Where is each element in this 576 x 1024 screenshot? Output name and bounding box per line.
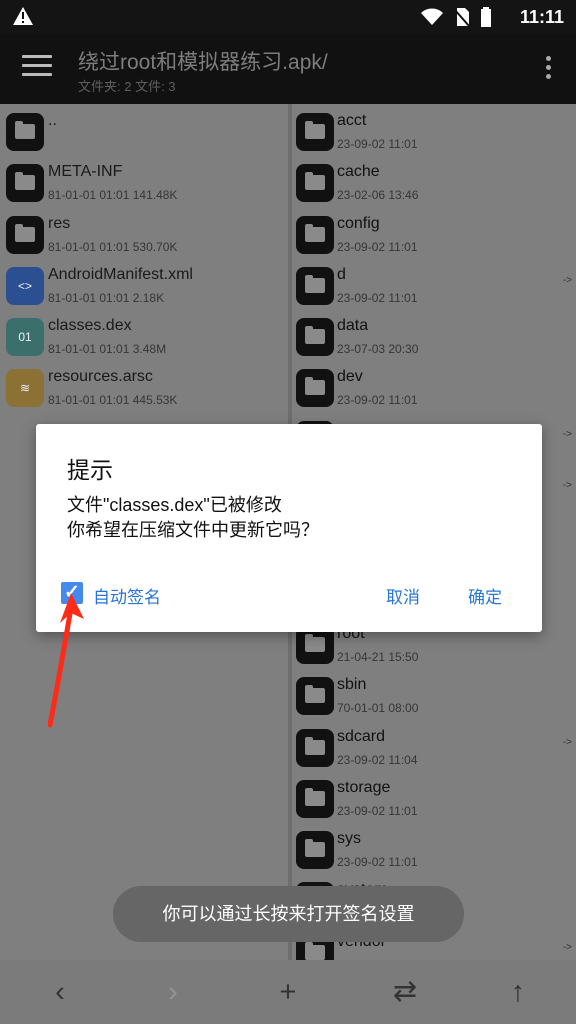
file-name: d: [337, 265, 346, 283]
back-icon[interactable]: ‹: [43, 975, 77, 1009]
status-time: 11:11: [519, 7, 564, 27]
file-meta: 23-07-03 20:30: [337, 342, 419, 357]
folder-icon: [296, 318, 334, 357]
add-icon[interactable]: +: [271, 975, 305, 1009]
file-meta: 23-09-02 11:01: [337, 239, 418, 254]
toolbar: 绕过root和模拟器练习.apk/ 文件夹: 2 文件: 3: [0, 34, 576, 104]
dialog-message: 文件"classes.dex"已被修改 你希望在压缩文件中更新它吗？: [67, 495, 319, 540]
folder-icon: [296, 677, 334, 716]
file-name: sys: [337, 830, 361, 848]
warning-icon: [13, 7, 33, 25]
file-name: sbin: [337, 676, 367, 694]
file-meta: 81-01-01 01:01 530.70K: [48, 239, 178, 254]
toolbar-title: 绕过root和模拟器练习.apk/: [78, 51, 328, 74]
up-icon[interactable]: ↑: [501, 975, 535, 1009]
file-meta: 23-09-02 11:01: [337, 393, 418, 408]
link-arrow: ->: [562, 428, 572, 440]
file-meta: 23-02-06 13:46: [337, 188, 419, 203]
toolbar-subtitle: 文件夹: 2 文件: 3: [78, 79, 176, 94]
list-item[interactable]: ≋ resources.arsc 81-01-01 01:01 445.53K: [0, 360, 288, 411]
folder-icon: [296, 113, 334, 151]
status-icons: [420, 7, 492, 27]
file-name: data: [337, 317, 369, 335]
xml-file-icon: <>: [6, 266, 44, 305]
file-name: classes.dex: [48, 317, 132, 335]
file-name: META-INF: [48, 163, 123, 181]
arsc-file-icon: ≋: [6, 369, 44, 408]
folder-icon: [6, 113, 44, 151]
cancel-button[interactable]: 取消: [386, 583, 420, 608]
folder-icon: [6, 164, 44, 203]
update-archive-dialog: 提示 文件"classes.dex"已被修改 你希望在压缩文件中更新它吗？ ✓ …: [36, 424, 542, 632]
folder-icon: [296, 164, 334, 203]
list-item[interactable]: ..: [0, 104, 288, 155]
toast-message: 你可以通过长按来打开签名设置: [113, 886, 464, 942]
status-bar: 11:11: [0, 0, 576, 34]
folder-icon: [296, 369, 334, 408]
folder-icon: [6, 215, 44, 254]
file-meta: 23-09-02 11:01: [337, 855, 418, 870]
file-meta: 81-01-01 01:01 3.48M: [48, 342, 167, 357]
file-name: cache: [337, 163, 380, 181]
list-item[interactable]: d 23-09-02 11:01 ->: [292, 258, 576, 309]
menu-icon[interactable]: [22, 55, 52, 81]
file-meta: 81-01-01 01:01 141.48K: [48, 188, 178, 203]
link-arrow: ->: [562, 480, 572, 492]
link-arrow: ->: [562, 274, 572, 286]
link-arrow: ->: [562, 736, 572, 748]
file-meta: 81-01-01 01:01 445.53K: [48, 393, 178, 408]
file-meta: 23-09-02 11:01: [337, 137, 418, 151]
auto-sign-label[interactable]: 自动签名: [93, 583, 161, 608]
list-item[interactable]: config 23-09-02 11:01: [292, 207, 576, 258]
no-sim-icon: [454, 8, 470, 27]
list-item[interactable]: sys 23-09-02 11:01: [292, 822, 576, 873]
file-meta: 23-09-02 11:04: [337, 752, 418, 767]
folder-icon: [296, 266, 334, 305]
folder-icon: [296, 215, 334, 254]
wifi-icon: [421, 8, 443, 25]
file-meta: 70-01-01 08:00: [337, 701, 419, 716]
dex-file-icon: 01: [6, 318, 44, 357]
folder-icon: [296, 728, 334, 767]
list-item[interactable]: <> AndroidManifest.xml 81-01-01 01:01 2.…: [0, 258, 288, 309]
file-name: sdcard: [337, 727, 386, 745]
battery-icon: [481, 7, 491, 27]
confirm-button[interactable]: 确定: [468, 583, 502, 608]
dialog-title: 提示: [67, 457, 113, 483]
list-item[interactable]: sdcard 23-09-02 11:04 ->: [292, 720, 576, 771]
red-arrow-annotation: [48, 593, 84, 728]
list-item[interactable]: res 81-01-01 01:01 530.70K: [0, 207, 288, 258]
file-name: dev: [337, 368, 363, 386]
link-arrow: ->: [562, 941, 572, 953]
file-name: ..: [48, 112, 57, 129]
list-item[interactable]: META-INF 81-01-01 01:01 141.48K: [0, 155, 288, 206]
file-name: res: [48, 214, 71, 232]
forward-icon: ›: [168, 976, 178, 1008]
more-vertical-icon[interactable]: [544, 56, 552, 82]
list-item[interactable]: acct 23-09-02 11:01: [292, 104, 576, 155]
file-name: resources.arsc: [48, 368, 153, 386]
file-meta: 21-04-21 15:50: [337, 649, 419, 664]
file-name: config: [337, 214, 380, 232]
file-meta: 23-09-02 11:01: [337, 803, 418, 818]
file-meta: 23-09-02 11:01: [337, 290, 418, 305]
bottom-navigation: ‹ › + ⇄ ↑: [0, 960, 576, 1024]
list-item[interactable]: 01 classes.dex 81-01-01 01:01 3.48M: [0, 309, 288, 360]
list-item[interactable]: dev 23-09-02 11:01: [292, 360, 576, 411]
file-name: storage: [337, 778, 391, 796]
folder-icon: [296, 779, 334, 818]
list-item[interactable]: sbin 70-01-01 08:00: [292, 668, 576, 719]
list-item[interactable]: data 23-07-03 20:30: [292, 309, 576, 360]
list-item[interactable]: storage 23-09-02 11:01: [292, 771, 576, 822]
list-item[interactable]: cache 23-02-06 13:46: [292, 155, 576, 206]
file-meta: 81-01-01 01:01 2.18K: [48, 290, 165, 305]
swap-icon[interactable]: ⇄: [388, 975, 422, 1009]
file-name: acct: [337, 112, 367, 129]
folder-icon: [296, 831, 334, 870]
file-name: AndroidManifest.xml: [48, 265, 193, 283]
